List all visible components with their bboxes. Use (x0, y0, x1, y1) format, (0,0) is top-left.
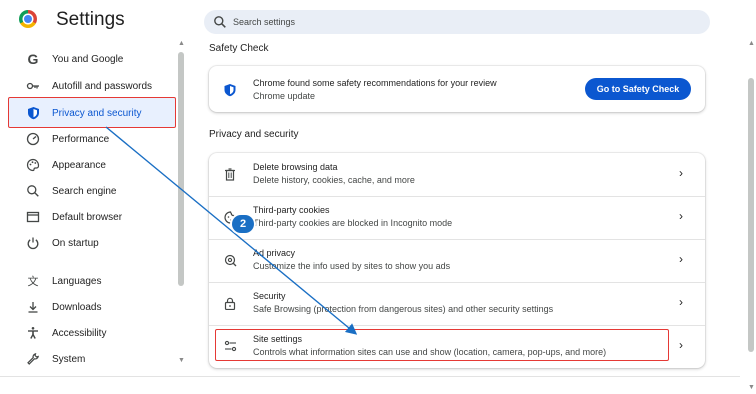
bottom-divider (0, 376, 740, 377)
row-security[interactable]: Security Safe Browsing (protection from … (209, 282, 705, 325)
download-icon (26, 300, 40, 314)
chevron-right-icon: › (679, 252, 683, 266)
accessibility-icon (26, 326, 40, 340)
key-icon (26, 79, 40, 93)
search-icon (214, 16, 226, 28)
chevron-right-icon: › (679, 295, 683, 309)
step-number-badge: 2 (232, 215, 254, 233)
shield-icon (224, 84, 236, 97)
wrench-icon (26, 352, 40, 366)
chrome-logo-icon (19, 10, 37, 28)
row-subtitle: Third-party cookies are blocked in Incog… (253, 218, 453, 228)
sidebar-item-default-browser[interactable]: Default browser (8, 205, 176, 229)
search-placeholder: Search settings (233, 17, 296, 27)
sidebar-item-label: Autofill and passwords (52, 80, 153, 92)
sidebar-item-label: Default browser (52, 211, 123, 223)
row-title: Ad privacy (253, 248, 296, 258)
sidebar-item-you-and-google[interactable]: G You and Google (8, 47, 176, 71)
chevron-right-icon: › (679, 166, 683, 180)
sidebar-item-label: You and Google (52, 53, 124, 65)
row-title: Delete browsing data (253, 162, 338, 172)
main-scroll-up-icon[interactable]: ▲ (748, 40, 755, 47)
row-subtitle: Safe Browsing (protection from dangerous… (253, 304, 554, 314)
divider (209, 239, 705, 240)
row-ad-privacy[interactable]: Ad privacy Customize the info used by si… (209, 239, 705, 282)
palette-icon (26, 158, 40, 172)
chevron-right-icon: › (679, 209, 683, 223)
sidebar-item-label: Search engine (52, 185, 117, 197)
privacy-highlight-box (8, 97, 176, 128)
sidebar-item-label: On startup (52, 237, 99, 249)
sidebar-item-appearance[interactable]: Appearance (8, 153, 176, 177)
sidebar-item-accessibility[interactable]: Accessibility (8, 321, 176, 345)
trash-icon (223, 167, 237, 181)
ad-privacy-icon (223, 253, 237, 267)
safety-check-card: Chrome found some safety recommendations… (209, 66, 705, 112)
row-third-party-cookies[interactable]: Third-party cookies Third-party cookies … (209, 196, 705, 239)
page-title: Settings (56, 9, 125, 30)
main-scrollbar[interactable] (748, 78, 754, 352)
safety-check-heading: Safety Check (209, 43, 269, 54)
sidebar-item-languages[interactable]: 文 Languages (8, 269, 176, 293)
divider (209, 196, 705, 197)
divider (209, 282, 705, 283)
main-scroll-down-icon[interactable]: ▼ (748, 384, 755, 391)
translate-icon: 文 (27, 276, 39, 288)
row-title: Security (253, 291, 286, 301)
divider (209, 325, 705, 326)
speedometer-icon (26, 132, 40, 146)
sidebar-scroll-down-icon[interactable]: ▼ (178, 357, 185, 364)
row-delete-browsing-data[interactable]: Delete browsing data Delete history, coo… (209, 153, 705, 196)
row-subtitle: Customize the info used by sites to show… (253, 261, 451, 271)
sidebar-item-system[interactable]: System (8, 347, 176, 371)
sidebar-scroll-up-icon[interactable]: ▲ (178, 40, 185, 47)
chevron-right-icon: › (679, 338, 683, 352)
row-title: Third-party cookies (253, 205, 330, 215)
safety-check-subtitle: Chrome update (253, 91, 316, 101)
sidebar-item-downloads[interactable]: Downloads (8, 295, 176, 319)
sidebar-item-performance[interactable]: Performance (8, 127, 176, 151)
search-icon (26, 184, 40, 198)
sidebar-item-label: Languages (52, 275, 102, 287)
top-bar: Settings Search settings (0, 0, 756, 42)
sidebar-item-label: System (52, 353, 86, 365)
sidebar-item-on-startup[interactable]: On startup (8, 231, 176, 255)
privacy-section-heading: Privacy and security (209, 129, 299, 140)
browser-window-icon (26, 210, 40, 224)
site-settings-highlight-box (215, 329, 669, 361)
lock-icon (223, 296, 237, 310)
go-to-safety-check-button[interactable]: Go to Safety Check (585, 78, 691, 100)
power-icon (26, 236, 40, 250)
row-subtitle: Delete history, cookies, cache, and more (253, 175, 415, 185)
google-g-icon: G (27, 51, 39, 67)
sidebar-item-autofill[interactable]: Autofill and passwords (8, 74, 176, 98)
sidebar-item-search-engine[interactable]: Search engine (8, 179, 176, 203)
sidebar-item-label: Accessibility (52, 327, 107, 339)
sidebar-item-label: Appearance (52, 159, 106, 171)
safety-check-title: Chrome found some safety recommendations… (253, 78, 497, 88)
search-input[interactable]: Search settings (204, 10, 710, 34)
sidebar-item-label: Downloads (52, 301, 102, 313)
sidebar-scrollbar[interactable] (178, 52, 184, 286)
sidebar-item-label: Performance (52, 133, 110, 145)
